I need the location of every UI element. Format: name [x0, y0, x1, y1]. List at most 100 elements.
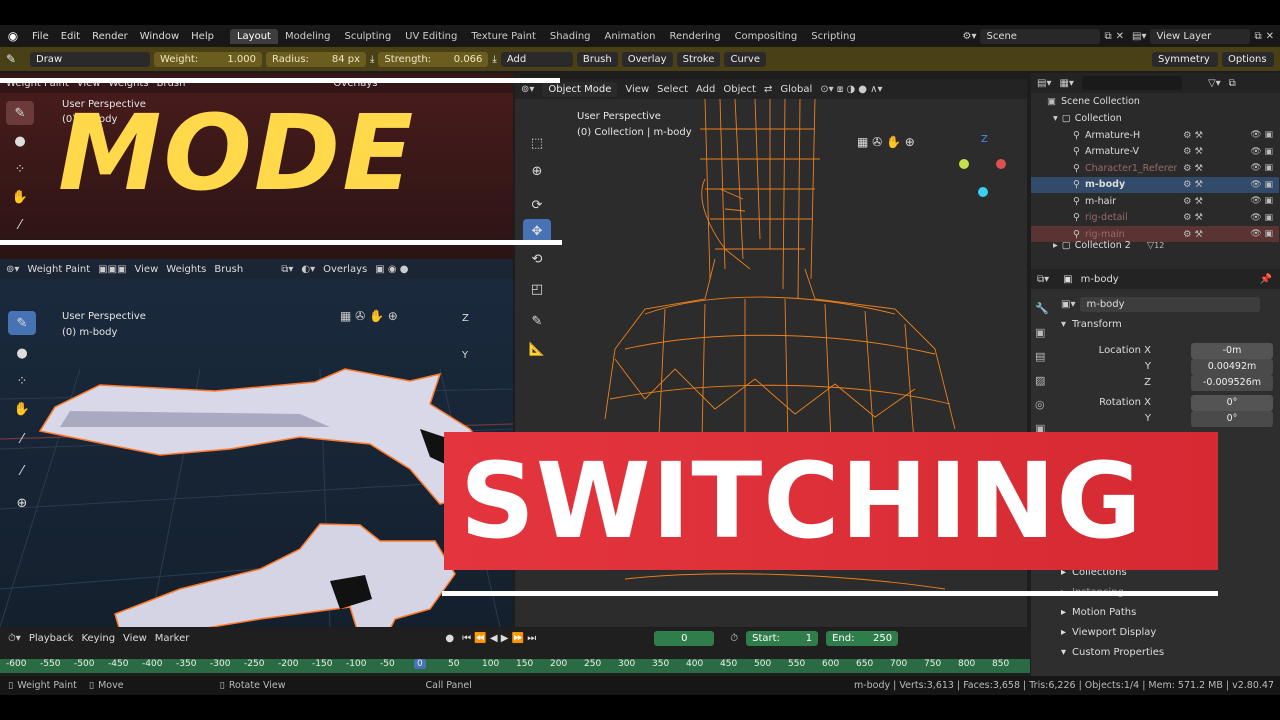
- outliner-editor-icon[interactable]: ▤▾: [1037, 78, 1051, 89]
- smear-tool-icon[interactable]: ✋: [6, 185, 34, 209]
- tab-rendering[interactable]: Rendering: [662, 29, 727, 44]
- menu-weights[interactable]: Weights: [166, 264, 206, 275]
- pin-icon[interactable]: 📌: [1260, 274, 1272, 285]
- editor-type-icon[interactable]: ⊚▾: [6, 264, 19, 275]
- average-tool-icon[interactable]: ⁘: [8, 369, 36, 393]
- outliner-search-input[interactable]: [1081, 76, 1182, 90]
- playback-controls-icons[interactable]: ⏮ ⏪ ◀ ▶ ⏩ ⏭: [462, 633, 536, 644]
- transform-panel-header[interactable]: ▾ Transform: [1061, 319, 1280, 337]
- modifier-icons[interactable]: ⚙ ⚒: [1183, 130, 1231, 141]
- menu-object[interactable]: Object: [723, 84, 756, 95]
- object-data-icon[interactable]: ▣▾: [1061, 299, 1075, 310]
- average-tool-icon[interactable]: ⁘: [6, 157, 34, 181]
- tab-scripting[interactable]: Scripting: [804, 29, 862, 44]
- location-x-field[interactable]: -0m: [1191, 343, 1273, 359]
- tab-layout[interactable]: Layout: [229, 28, 278, 44]
- outliner-item[interactable]: ⚲ Armature-V ⚙ ⚒ 👁 ▣: [1031, 144, 1279, 160]
- visibility-icons[interactable]: 👁 ▣: [1250, 196, 1273, 206]
- blend-mode-dropdown[interactable]: Add: [500, 51, 573, 67]
- tab-modeling[interactable]: Modeling: [278, 29, 338, 44]
- menu-window[interactable]: Window: [134, 31, 185, 42]
- strength-pressure-icon[interactable]: ⤓: [492, 54, 496, 65]
- menu-view[interactable]: View: [625, 84, 649, 95]
- cursor-tool-icon[interactable]: ⊕: [523, 159, 551, 183]
- new-layer-icon[interactable]: ⧉: [1254, 31, 1261, 42]
- timeline-editor-icon[interactable]: ⏱▾: [8, 633, 21, 644]
- outliner-item[interactable]: ⚲ m-hair ⚙ ⚒ 👁 ▣: [1031, 193, 1279, 209]
- menu-view[interactable]: View: [135, 264, 159, 275]
- overlay-menu[interactable]: Overlay: [621, 51, 673, 67]
- location-z-field[interactable]: -0.009526m: [1191, 375, 1273, 391]
- symmetry-menu[interactable]: Symmetry: [1152, 51, 1218, 67]
- modifier-icons[interactable]: ⚙ ⚒: [1183, 146, 1231, 157]
- overlays-menu[interactable]: Overlays: [323, 264, 367, 275]
- modifier-icons[interactable]: ⚙ ⚒: [1183, 163, 1231, 174]
- sample-weight-icon[interactable]: ⁄: [8, 427, 36, 451]
- tab-texture-paint[interactable]: Texture Paint: [464, 29, 543, 44]
- blur-tool-icon[interactable]: ●: [8, 341, 36, 365]
- visibility-icons[interactable]: 👁 ▣: [1250, 147, 1273, 157]
- collection-row[interactable]: ▾ ▢ Collection: [1031, 110, 1279, 126]
- menu-file[interactable]: File: [26, 31, 55, 42]
- annotate-tool-icon[interactable]: ✎: [523, 309, 551, 333]
- record-icon[interactable]: ●: [445, 633, 454, 644]
- start-frame-field[interactable]: Start: 1: [746, 630, 819, 646]
- menu-add[interactable]: Add: [696, 84, 715, 95]
- visibility-icon[interactable]: ◐▾: [301, 264, 315, 275]
- timeline-ruler[interactable]: -600 -550 -500 -450 -400 -350 -300 -250 -200 -150…: [0, 659, 1030, 673]
- sample-group-icon[interactable]: ⁄: [8, 459, 36, 483]
- custom-properties-panel-header[interactable]: ▾ Custom Properties: [1061, 647, 1280, 665]
- rifle-mesh-lower[interactable]: [114, 523, 456, 627]
- current-frame-field[interactable]: 0: [654, 630, 715, 646]
- visibility-icons[interactable]: 👁 ▣: [1250, 130, 1273, 140]
- outliner-item[interactable]: ⚲ m-body ⚙ ⚒ 👁 ▣: [1031, 176, 1279, 193]
- orientation-icon[interactable]: ⇄: [764, 84, 772, 95]
- transform-icon[interactable]: ⧉▾: [281, 264, 293, 275]
- new-collection-icon[interactable]: ⧉: [1229, 78, 1236, 89]
- draw-tool-icon[interactable]: ✎: [6, 101, 34, 125]
- nav-gizmo-icons[interactable]: ▦ ✇ ✋ ⊕: [340, 309, 398, 323]
- rotate-tool-icon[interactable]: ⟳: [523, 193, 551, 217]
- view-menu[interactable]: View: [123, 633, 147, 644]
- annotate-tool-icon[interactable]: ⊕: [8, 491, 36, 515]
- blur-tool-icon[interactable]: ●: [6, 129, 34, 153]
- filter-icon[interactable]: ▽▾: [1208, 78, 1221, 89]
- datablock-row[interactable]: ▣▾ m-body: [1061, 295, 1271, 313]
- collection2-row[interactable]: ▸ ▢ Collection 2 ▽ 12: [1031, 237, 1279, 253]
- orientation-dropdown[interactable]: Global: [780, 84, 812, 95]
- editor-type-icon[interactable]: ⊚▾: [521, 84, 534, 95]
- radius-pressure-icon[interactable]: ⤓: [370, 54, 374, 65]
- tab-shading[interactable]: Shading: [543, 29, 598, 44]
- gizmo-x-handle[interactable]: [996, 159, 1006, 169]
- gizmo-center-handle[interactable]: [978, 187, 988, 197]
- scene-icon[interactable]: ⚙▾: [962, 31, 976, 42]
- scale-tool-icon[interactable]: ◰: [523, 277, 551, 301]
- location-y-field[interactable]: 0.00492m: [1191, 359, 1273, 375]
- new-scene-icon[interactable]: ⧉: [1104, 31, 1111, 42]
- menu-brush[interactable]: Brush: [214, 264, 243, 275]
- properties-editor-icon[interactable]: ⧉▾: [1037, 274, 1049, 285]
- visibility-icons[interactable]: 👁 ▣: [1250, 163, 1273, 173]
- menu-edit[interactable]: Edit: [55, 31, 86, 42]
- rotation-x-field[interactable]: 0°: [1191, 395, 1273, 411]
- outliner-item[interactable]: ⚲ Character1_Reference ⚙ ⚒ 👁 ▣: [1031, 160, 1279, 176]
- viewport-display-panel-header[interactable]: ▸ Viewport Display: [1061, 627, 1280, 645]
- modifier-icons[interactable]: ⚙ ⚒: [1183, 196, 1231, 207]
- gizmo-y-label[interactable]: Y: [462, 350, 468, 361]
- object-name-field[interactable]: m-body: [1080, 296, 1261, 312]
- keying-menu[interactable]: Keying: [81, 633, 115, 644]
- tab-sculpting[interactable]: Sculpting: [337, 29, 398, 44]
- viewport-bottom-left[interactable]: ⊚▾ Weight Paint ▣▣▣ View Weights Brush ⧉…: [0, 259, 513, 627]
- delete-layer-icon[interactable]: ✕: [1266, 31, 1274, 42]
- pivot-snap-icons[interactable]: ⊙▾ ⧆ ◑ ● ∧▾: [820, 84, 882, 95]
- brush-selector[interactable]: Draw: [30, 51, 150, 67]
- gizmo-z-label[interactable]: Z: [981, 134, 988, 145]
- brush-mode-icons[interactable]: ▣▣▣: [98, 264, 126, 275]
- scene-field[interactable]: Scene: [980, 28, 1101, 44]
- stroke-menu[interactable]: Stroke: [676, 51, 721, 67]
- outliner-item[interactable]: ⚲ Armature-H ⚙ ⚒ 👁 ▣: [1031, 127, 1279, 143]
- radius-slider[interactable]: Radius: 84 px: [266, 51, 366, 67]
- weight-slider[interactable]: Weight: 1.000: [154, 51, 262, 67]
- measure-tool-icon[interactable]: 📐: [523, 337, 551, 361]
- strength-slider[interactable]: Strength: 0.066: [378, 51, 489, 67]
